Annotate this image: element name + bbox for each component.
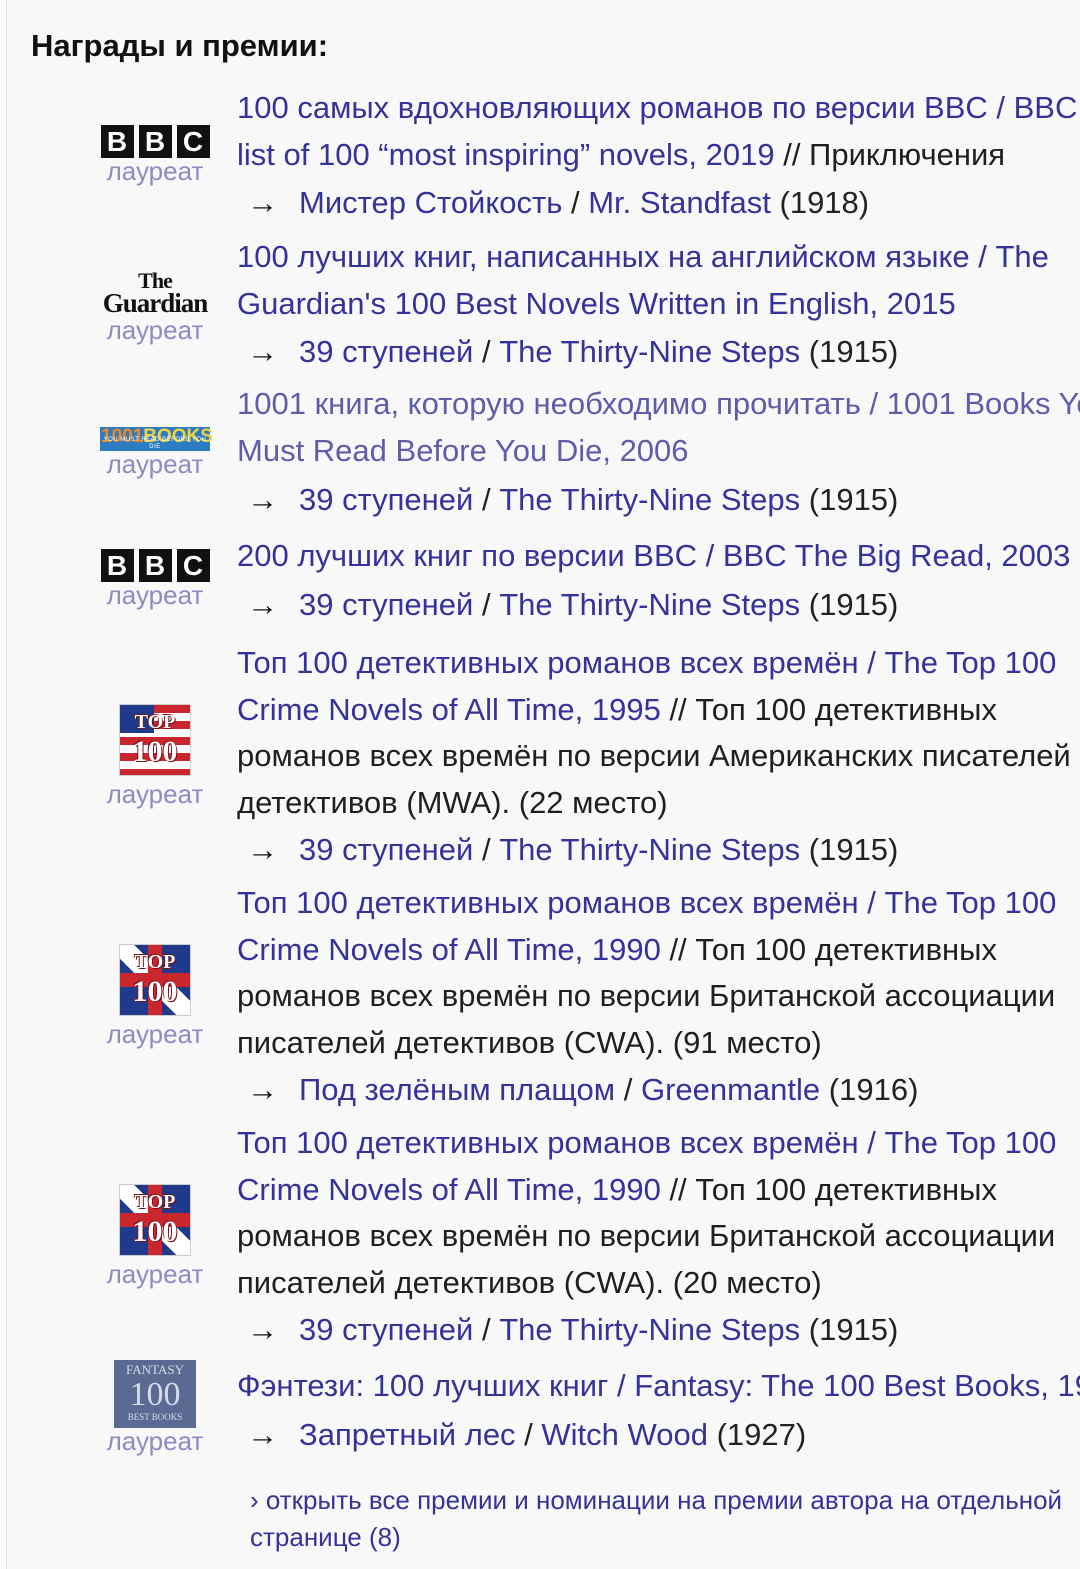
work-link-en[interactable]: Mr. Standfast xyxy=(588,185,771,220)
award-logo[interactable]: TOP 100 лауреат xyxy=(93,1184,217,1287)
laureate-label: лауреат xyxy=(106,1019,204,1049)
award-note: // Топ 100 детективных xyxy=(660,691,997,727)
work-link-en[interactable]: Greenmantle xyxy=(641,1072,820,1107)
arrow-icon: → xyxy=(247,482,278,517)
award-logo[interactable]: TOP 100 лауреат xyxy=(93,704,217,807)
award-note: писателей детективов (CWA). (91 место) xyxy=(237,1024,822,1060)
arrow-icon: → xyxy=(247,185,278,220)
arrow-icon: → xyxy=(247,1312,278,1347)
award-title-link-cont[interactable]: Must Read Before You Die, 2006 xyxy=(237,433,689,468)
work-link-ru[interactable]: 39 ступеней xyxy=(299,482,473,517)
award-note: романов всех времён по версии Британской… xyxy=(237,1218,1056,1253)
award-note: писателей детективов (CWA). (20 место) xyxy=(237,1264,822,1300)
work-link-en[interactable]: The Thirty-Nine Steps xyxy=(499,334,800,369)
laureate-label: лауреат xyxy=(106,315,204,345)
arrow-icon: → xyxy=(247,1072,278,1107)
work-link-ru[interactable]: Запретный лес xyxy=(299,1417,516,1452)
award-logo[interactable]: BBC лауреат xyxy=(93,125,217,184)
award-note: романов всех времён по версии Американск… xyxy=(237,738,1071,773)
award-logo[interactable]: FANTASY 100 BEST BOOKS лауреат xyxy=(93,1360,217,1454)
work-link-ru[interactable]: 39 ступеней xyxy=(299,1312,473,1347)
award-logo[interactable]: TOP 100 лауреат xyxy=(93,944,217,1047)
award-title-link[interactable]: 1001 книга, которую необходимо прочитать… xyxy=(237,386,1080,421)
section-heading: Награды и премии: xyxy=(31,28,329,63)
laureate-label: лауреат xyxy=(106,580,204,610)
guardian-logo-icon: The Guardian xyxy=(102,268,209,318)
1001-books-logo-icon: 1001BOOKS YOU MUST READ BEFORE YOU DIE xyxy=(100,426,213,451)
award-note: // Топ 100 детективных xyxy=(660,931,997,967)
bbc-logo-icon: BBC xyxy=(100,549,210,582)
awards-panel: Награды и премии: BBC лауреат 100 самых … xyxy=(6,0,1080,1569)
laureate-label: лауреат xyxy=(106,779,204,809)
award-title-link[interactable]: Топ 100 детективных романов всех времён … xyxy=(237,645,1056,680)
award-title-link-cont[interactable]: Crime Novels of All Time, 1990 xyxy=(237,1172,661,1207)
work-link-ru[interactable]: 39 ступеней xyxy=(299,334,473,369)
fantasy-100-logo-icon: FANTASY 100 BEST BOOKS xyxy=(114,1360,196,1428)
work-link-en[interactable]: Witch Wood xyxy=(541,1417,708,1452)
arrow-icon: → xyxy=(247,1417,278,1452)
work-year: (1915) xyxy=(808,832,899,867)
bbc-logo-icon: BBC xyxy=(100,125,210,158)
award-logo[interactable]: The Guardian лауреат xyxy=(93,268,217,345)
award-title-link[interactable]: 200 лучших книг по версии BBC / BBC The … xyxy=(237,538,1070,573)
award-title-link[interactable]: Фэнтези: 100 лучших книг / Fantasy: The … xyxy=(237,1368,1080,1403)
award-title-link-cont[interactable]: Crime Novels of All Time, 1995 xyxy=(237,692,661,727)
top100-usa-logo-icon: TOP 100 xyxy=(119,704,191,776)
work-link-en[interactable]: The Thirty-Nine Steps xyxy=(499,832,800,867)
work-link-ru[interactable]: Под зелёным плащом xyxy=(299,1072,615,1107)
award-title-link[interactable]: Топ 100 детективных романов всех времён … xyxy=(237,1125,1056,1160)
work-link-en[interactable]: The Thirty-Nine Steps xyxy=(499,1312,800,1347)
arrow-icon: → xyxy=(247,587,278,622)
award-logo[interactable]: BBC лауреат xyxy=(93,549,217,608)
award-note: детективов (MWA). (22 место) xyxy=(237,784,668,820)
work-year: (1918) xyxy=(779,185,870,220)
top100-uk-logo-icon: TOP 100 xyxy=(119,944,191,1016)
top100-uk-logo-icon: TOP 100 xyxy=(119,1184,191,1256)
award-title-link-cont[interactable]: Guardian's 100 Best Novels Written in En… xyxy=(237,286,956,321)
arrow-icon: → xyxy=(247,832,278,867)
work-link-en[interactable]: The Thirty-Nine Steps xyxy=(499,482,800,517)
award-note: романов всех времён по версии Британской… xyxy=(237,978,1056,1013)
laureate-label: лауреат xyxy=(106,156,204,186)
arrow-icon: → xyxy=(247,334,278,369)
work-year: (1915) xyxy=(808,482,899,517)
award-note: // Приключения xyxy=(774,136,1006,172)
work-year: (1916) xyxy=(828,1072,919,1107)
laureate-label: лауреат xyxy=(106,1259,204,1289)
work-link-ru[interactable]: 39 ступеней xyxy=(299,832,473,867)
award-title-link[interactable]: 100 самых вдохновляющих романов по верси… xyxy=(237,90,1077,125)
work-year: (1915) xyxy=(808,587,899,622)
award-title-link-cont[interactable]: list of 100 “most inspiring” novels, 201… xyxy=(237,137,775,172)
award-title-link[interactable]: 100 лучших книг, написанных на английско… xyxy=(237,239,1049,274)
award-note: // Топ 100 детективных xyxy=(660,1171,997,1207)
work-link-en[interactable]: The Thirty-Nine Steps xyxy=(499,587,800,622)
award-logo[interactable]: 1001BOOKS YOU MUST READ BEFORE YOU DIE л… xyxy=(93,427,217,477)
award-title-link[interactable]: Топ 100 детективных романов всех времён … xyxy=(237,885,1056,920)
all-awards-link[interactable]: › открыть все премии и номинации на прем… xyxy=(250,1482,1080,1556)
laureate-label: лауреат xyxy=(106,449,204,479)
work-year: (1927) xyxy=(716,1417,807,1452)
work-link-ru[interactable]: 39 ступеней xyxy=(299,587,473,622)
work-link-ru[interactable]: Мистер Стойкость xyxy=(299,185,562,220)
work-year: (1915) xyxy=(808,1312,899,1347)
work-year: (1915) xyxy=(808,334,899,369)
award-title-link-cont[interactable]: Crime Novels of All Time, 1990 xyxy=(237,932,661,967)
laureate-label: лауреат xyxy=(106,1426,204,1456)
